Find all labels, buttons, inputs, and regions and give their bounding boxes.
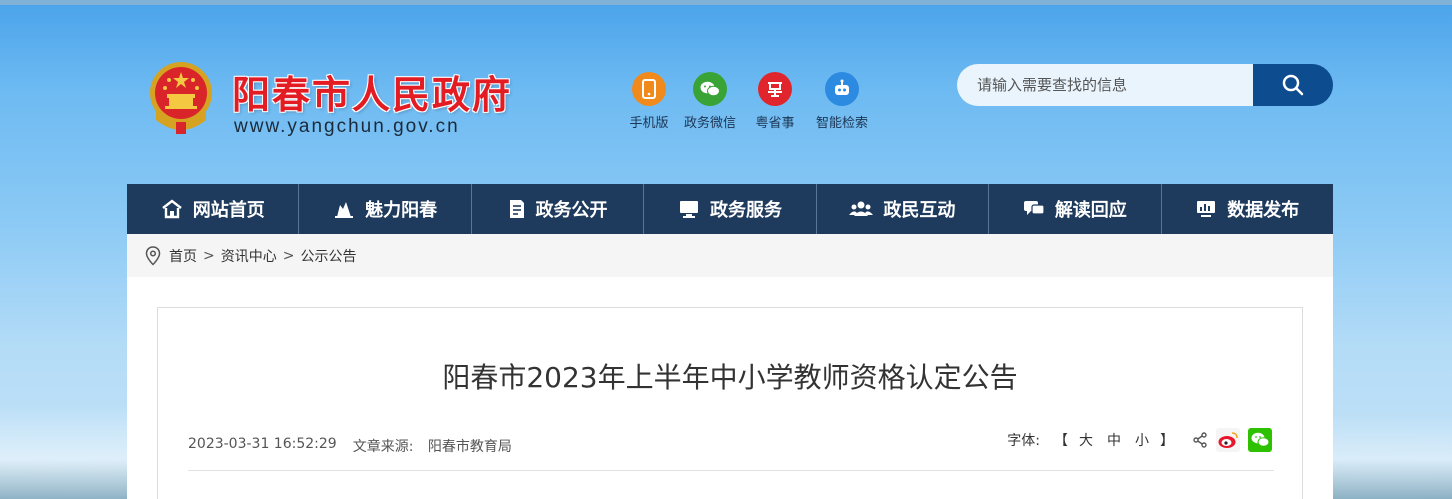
nav-item-label: 魅力阳春 bbox=[365, 200, 438, 221]
nav-item-label: 解读回应 bbox=[1054, 200, 1127, 221]
font-size-controls: 字体: 【 大 中 小 】 bbox=[1007, 428, 1272, 452]
font-size-label: 字体: bbox=[1007, 433, 1040, 449]
main-nav: 网站首页 魅力阳春 政务公开 政务服务 政民互动 解读回应 数据发布 bbox=[127, 184, 1333, 234]
search-box bbox=[957, 64, 1333, 106]
wechat-icon bbox=[693, 72, 727, 106]
quick-link-wechat[interactable]: 政务微信 bbox=[675, 72, 745, 131]
nav-item-label: 政民互动 bbox=[883, 200, 956, 221]
font-size-large[interactable]: 大 bbox=[1079, 430, 1093, 450]
share-buttons bbox=[1192, 428, 1272, 452]
article-meta: 2023-03-31 16:52:29 文章来源: 阳春市教育局 bbox=[188, 436, 512, 456]
top-accent-line bbox=[0, 0, 1452, 5]
nav-item-interpretation[interactable]: 解读回应 bbox=[989, 184, 1162, 234]
nav-item-label: 网站首页 bbox=[192, 200, 265, 221]
quick-link-mobile[interactable]: 手机版 bbox=[614, 72, 684, 131]
breadcrumb: 首页 > 资讯中心 > 公示公告 bbox=[127, 234, 1333, 277]
article-source: 阳春市教育局 bbox=[427, 439, 512, 455]
content-area: 阳春市2023年上半年中小学教师资格认定公告 2023-03-31 16:52:… bbox=[127, 277, 1333, 499]
national-emblem-logo[interactable] bbox=[148, 60, 214, 136]
wechat-icon bbox=[1251, 432, 1270, 447]
quick-link-smart-search[interactable]: 智能检索 bbox=[807, 72, 877, 131]
quick-link-label: 手机版 bbox=[629, 116, 669, 131]
quick-link-label: 粤省事 bbox=[755, 116, 795, 131]
home-icon bbox=[161, 199, 182, 219]
weibo-icon bbox=[1218, 432, 1238, 448]
quick-link-label: 政务微信 bbox=[683, 116, 736, 131]
font-size-medium[interactable]: 中 bbox=[1107, 430, 1121, 450]
search-icon bbox=[1282, 74, 1304, 96]
breadcrumb-home[interactable]: 首页 bbox=[169, 246, 197, 266]
nav-item-charm[interactable]: 魅力阳春 bbox=[299, 184, 472, 234]
article-title: 阳春市2023年上半年中小学教师资格认定公告 bbox=[442, 361, 1018, 394]
chat-icon bbox=[1023, 201, 1045, 215]
font-bracket-open: 【 bbox=[1054, 433, 1068, 449]
breadcrumb-announcements[interactable]: 公示公告 bbox=[300, 246, 356, 266]
search-button[interactable] bbox=[1253, 64, 1333, 106]
site-title[interactable]: 阳春市人民政府 bbox=[232, 64, 512, 119]
nav-item-label: 数据发布 bbox=[1227, 200, 1300, 221]
share-icon[interactable] bbox=[1192, 432, 1208, 448]
nav-item-gov-service[interactable]: 政务服务 bbox=[644, 184, 817, 234]
nav-item-data[interactable]: 数据发布 bbox=[1162, 184, 1333, 234]
font-bracket-close: 】 bbox=[1160, 433, 1174, 449]
people-icon bbox=[849, 201, 874, 216]
article-source-label: 文章来源: bbox=[352, 439, 414, 455]
weibo-share-button[interactable] bbox=[1216, 428, 1240, 452]
article-datetime: 2023-03-31 16:52:29 bbox=[188, 436, 337, 452]
site-url: www.yangchun.gov.cn bbox=[234, 116, 460, 137]
search-input[interactable] bbox=[957, 64, 1257, 106]
article-divider bbox=[188, 470, 1274, 471]
nav-item-label: 政务服务 bbox=[709, 200, 782, 221]
quick-link-label: 智能检索 bbox=[815, 116, 868, 131]
monitor-icon bbox=[679, 201, 698, 218]
robot-icon bbox=[825, 72, 859, 106]
mobile-icon bbox=[632, 72, 666, 106]
article-card: 阳春市2023年上半年中小学教师资格认定公告 2023-03-31 16:52:… bbox=[157, 307, 1303, 499]
font-size-small[interactable]: 小 bbox=[1135, 430, 1149, 450]
landmark-icon bbox=[335, 202, 354, 218]
data-icon bbox=[1197, 201, 1216, 217]
document-icon bbox=[509, 200, 524, 218]
yue-icon bbox=[758, 72, 792, 106]
nav-item-interaction[interactable]: 政民互动 bbox=[817, 184, 990, 234]
breadcrumb-separator: > bbox=[282, 247, 295, 264]
quick-link-yueshengshi[interactable]: 粤省事 bbox=[740, 72, 810, 131]
nav-item-gov-open[interactable]: 政务公开 bbox=[472, 184, 645, 234]
location-pin-icon bbox=[145, 245, 161, 266]
wechat-share-button[interactable] bbox=[1248, 428, 1272, 452]
nav-item-label: 政务公开 bbox=[535, 200, 608, 221]
nav-item-home[interactable]: 网站首页 bbox=[127, 184, 300, 234]
breadcrumb-separator: > bbox=[203, 247, 215, 264]
breadcrumb-news-center[interactable]: 资讯中心 bbox=[221, 246, 277, 266]
